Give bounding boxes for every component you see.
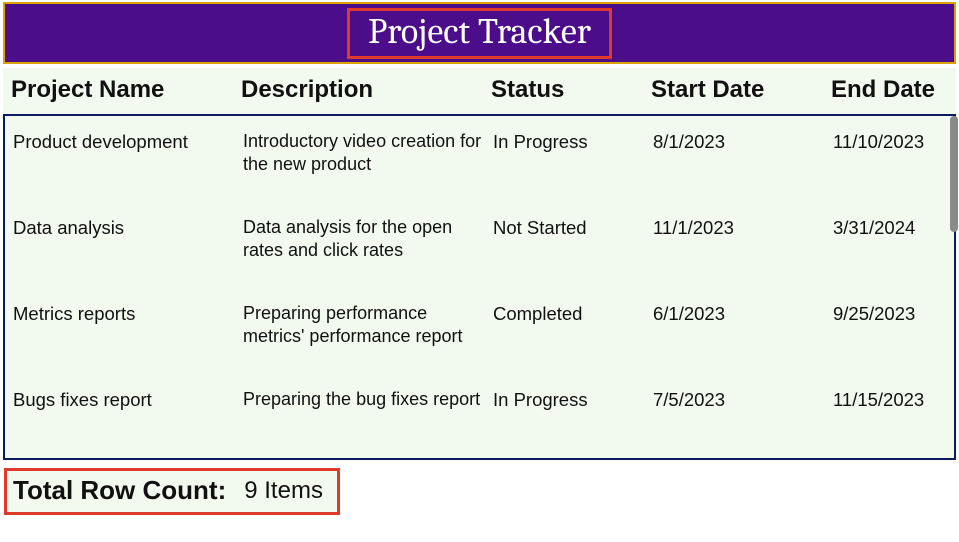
table-row: Bugs fixes report Preparing the bug fixe… [5, 374, 954, 460]
col-project-name: Project Name [11, 76, 241, 104]
cell-desc: Preparing performance metrics' performan… [243, 302, 493, 362]
cell-end: 11/15/2023 [833, 388, 953, 450]
col-description: Description [241, 76, 491, 104]
cell-name: Bugs fixes report [13, 388, 243, 450]
cell-name: Data analysis [13, 216, 243, 278]
table-row: Product development Introductory video c… [5, 116, 954, 202]
cell-name: Metrics reports [13, 302, 243, 364]
table-row: Data analysis Data analysis for the open… [5, 202, 954, 288]
cell-end: 3/31/2024 [833, 216, 953, 278]
scrollbar-thumb[interactable] [950, 116, 958, 232]
cell-start: 11/1/2023 [653, 216, 833, 278]
header-bar: Project Tracker [3, 2, 956, 64]
table-body-wrapper: Product development Introductory video c… [3, 114, 956, 460]
cell-desc: Introductory video creation for the new … [243, 130, 493, 190]
total-row-count-label: Total Row Count: [13, 475, 226, 506]
project-table: Project Name Description Status Start Da… [3, 68, 956, 460]
cell-desc: Preparing the bug fixes report [243, 388, 493, 448]
title-highlight: Project Tracker [347, 8, 612, 59]
page-title: Project Tracker [368, 11, 591, 52]
cell-status: In Progress [493, 388, 653, 450]
col-start-date: Start Date [651, 76, 831, 104]
footer-highlight: Total Row Count: 9 Items [4, 468, 340, 515]
cell-start: 8/1/2023 [653, 130, 833, 192]
cell-end: 11/10/2023 [833, 130, 953, 192]
col-end-date: End Date [831, 76, 959, 104]
total-row-count-value: 9 Items [244, 477, 323, 505]
table-body-scroll[interactable]: Product development Introductory video c… [3, 114, 956, 460]
cell-end: 9/25/2023 [833, 302, 953, 364]
cell-name: Product development [13, 130, 243, 192]
cell-status: In Progress [493, 130, 653, 192]
cell-desc: Data analysis for the open rates and cli… [243, 216, 493, 276]
table-header-row: Project Name Description Status Start Da… [3, 68, 956, 114]
cell-status: Not Started [493, 216, 653, 278]
cell-status: Completed [493, 302, 653, 364]
col-status: Status [491, 76, 651, 104]
cell-start: 6/1/2023 [653, 302, 833, 364]
table-row: Metrics reports Preparing performance me… [5, 288, 954, 374]
cell-start: 7/5/2023 [653, 388, 833, 450]
